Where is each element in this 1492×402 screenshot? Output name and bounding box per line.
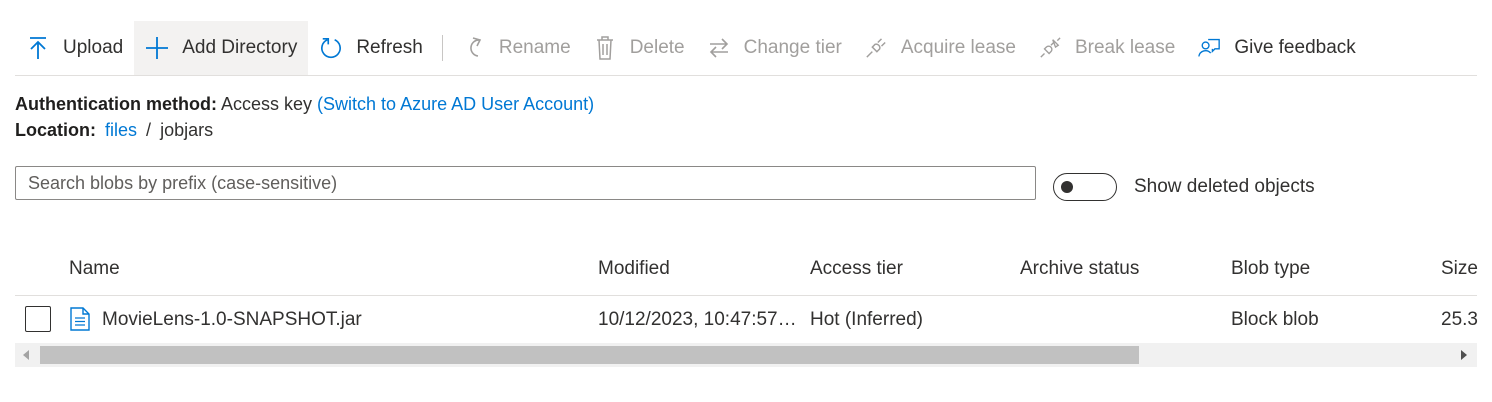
toggle-knob [1061, 181, 1073, 193]
command-bar: Upload Add Directory Refresh Rename Dele… [15, 21, 1477, 76]
feedback-icon [1198, 35, 1221, 61]
cell-modified: 10/12/2023, 10:47:57… [598, 309, 797, 330]
column-header-access-tier[interactable]: Access tier [810, 258, 903, 280]
column-header-size[interactable]: Size [1441, 258, 1478, 280]
breadcrumb-current: jobjars [160, 120, 214, 140]
delete-button[interactable]: Delete [582, 21, 696, 75]
column-header-archive-status[interactable]: Archive status [1020, 258, 1139, 280]
change-tier-label: Change tier [743, 37, 842, 58]
authentication-info: Authentication method: Access key (Switc… [15, 94, 594, 115]
column-header-name[interactable]: Name [69, 258, 120, 280]
column-header-blob-type[interactable]: Blob type [1231, 258, 1310, 280]
arrow-up-icon [27, 35, 49, 61]
show-deleted-toggle[interactable] [1053, 173, 1117, 201]
breadcrumb-root-link[interactable]: files [105, 120, 137, 140]
add-directory-button[interactable]: Add Directory [134, 21, 309, 75]
break-lease-button[interactable]: Break lease [1027, 21, 1186, 75]
break-lease-label: Break lease [1074, 37, 1176, 58]
cell-size: 25.3 [1441, 309, 1478, 330]
location-label: Location: [15, 120, 96, 140]
toolbar-divider [441, 35, 443, 61]
scroll-right-icon[interactable] [1461, 350, 1467, 360]
search-input[interactable] [15, 166, 1036, 200]
give-feedback-label: Give feedback [1234, 37, 1356, 58]
switch-auth-link[interactable]: (Switch to Azure AD User Account) [317, 94, 594, 114]
refresh-button[interactable]: Refresh [308, 21, 434, 75]
plus-icon [146, 35, 169, 61]
cell-blob-type: Block blob [1231, 309, 1319, 330]
auth-value: Access key [221, 94, 313, 114]
location-breadcrumb: Location: files / jobjars [15, 120, 213, 141]
refresh-icon [320, 35, 342, 61]
trash-icon [594, 35, 616, 61]
file-icon [70, 307, 90, 336]
scrollbar-thumb[interactable] [40, 346, 1139, 364]
scroll-left-icon[interactable] [23, 350, 29, 360]
add-directory-label: Add Directory [182, 37, 298, 58]
horizontal-scrollbar[interactable] [15, 343, 1477, 367]
column-header-modified[interactable]: Modified [598, 258, 670, 280]
refresh-label: Refresh [356, 37, 423, 58]
row-checkbox[interactable] [25, 306, 51, 332]
auth-label: Authentication method: [15, 94, 217, 114]
table-header: Name Modified Access tier Archive status… [15, 248, 1478, 296]
delete-label: Delete [629, 37, 685, 58]
plug-broken-icon [1039, 35, 1061, 61]
rename-button[interactable]: Rename [451, 21, 582, 75]
rename-icon [463, 35, 485, 61]
plug-icon [865, 35, 887, 61]
blob-name-link[interactable]: MovieLens-1.0-SNAPSHOT.jar [102, 309, 362, 331]
show-deleted-label: Show deleted objects [1134, 176, 1315, 197]
table-row[interactable]: MovieLens-1.0-SNAPSHOT.jar 10/12/2023, 1… [15, 296, 1478, 342]
rename-label: Rename [498, 37, 571, 58]
give-feedback-button[interactable]: Give feedback [1186, 21, 1366, 75]
swap-icon [708, 35, 730, 61]
acquire-lease-label: Acquire lease [900, 37, 1016, 58]
change-tier-button[interactable]: Change tier [696, 21, 853, 75]
breadcrumb-separator: / [146, 120, 152, 140]
upload-button[interactable]: Upload [15, 21, 134, 75]
acquire-lease-button[interactable]: Acquire lease [853, 21, 1027, 75]
upload-label: Upload [63, 37, 124, 58]
cell-access-tier: Hot (Inferred) [810, 309, 923, 330]
